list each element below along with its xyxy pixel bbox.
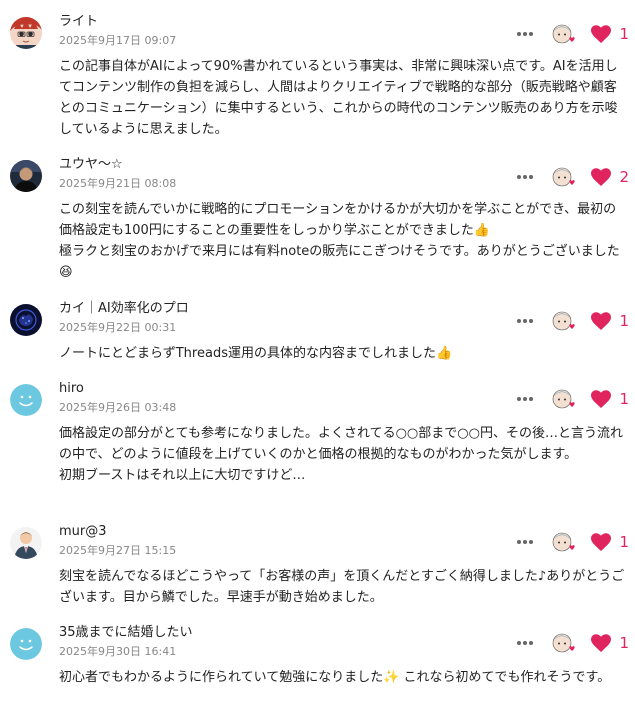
ellipsis-icon	[517, 319, 533, 323]
creator-liked-icon[interactable]	[551, 631, 577, 655]
comment-text: この記事自体がAIによって90%書かれているという事実は、非常に興味深い点です。…	[59, 59, 618, 137]
comment-text: 初心者でもわかるように作られていて勉強になりました✨ これなら初めてでも作れそう…	[59, 670, 611, 685]
more-options-button[interactable]	[513, 309, 537, 333]
comment-item: hiro 2025年9月26日 03:48 価格設定の部分がとても参考になりまし…	[0, 381, 635, 511]
more-options-button[interactable]	[513, 387, 537, 411]
comment-item: ライト 2025年9月17日 09:07 この記事自体がAIによって90%書かれ…	[0, 14, 635, 144]
comment-actions: 1	[513, 530, 629, 554]
comment-text: この刻宝を読んでいかに戦略的にプロモーションをかけるかが大切かを学ぶことができ、…	[59, 202, 617, 238]
like-count: 1	[619, 533, 629, 551]
comment-body: 刻宝を読んでなるほどこうやって「お客様の声」を頂くんだとすごく納得しました♪あり…	[59, 566, 627, 608]
heart-icon[interactable]	[589, 309, 613, 333]
heart-icon[interactable]	[589, 631, 613, 655]
default-smile-avatar[interactable]	[10, 628, 42, 660]
comment-body: ノートにとどまらずThreads運用の具体的な内容までしれました👍	[59, 343, 627, 364]
anime-boy-red-avatar[interactable]	[10, 17, 42, 49]
heart-icon[interactable]	[589, 387, 613, 411]
creator-liked-icon[interactable]	[551, 22, 577, 46]
comment-actions: 1	[513, 309, 629, 333]
comment-body: 価格設定の部分がとても参考になりました。よくされてる○○部まで○○円、その後…と…	[59, 423, 627, 486]
comment-item: ユウヤ〜☆ 2025年9月21日 08:08 この刻宝を読んでいかに戦略的にプロ…	[0, 157, 635, 287]
creator-liked-icon[interactable]	[551, 387, 577, 411]
ellipsis-icon	[517, 397, 533, 401]
ellipsis-icon	[517, 641, 533, 645]
more-options-button[interactable]	[513, 530, 537, 554]
comment-actions: 1	[513, 22, 629, 46]
comment-text: 極ラクと刻宝のおかげで来月には有料noteの販売にこぎつけそうです。ありがとうご…	[59, 244, 620, 280]
like-count: 1	[619, 312, 629, 330]
like-count: 1	[619, 25, 629, 43]
like-count: 2	[619, 168, 629, 186]
comment-item: カイ｜AI効率化のプロ 2025年9月22日 00:31 ノートにとどまらずTh…	[0, 301, 635, 371]
heart-icon[interactable]	[589, 165, 613, 189]
ellipsis-icon	[517, 540, 533, 544]
comment-text: 価格設定の部分がとても参考になりました。よくされてる○○部まで○○円、その後…と…	[59, 426, 623, 462]
comment-item: 35歳までに結婚したい 2025年9月30日 16:41 初心者でもわかるように…	[0, 625, 635, 711]
heart-icon[interactable]	[589, 22, 613, 46]
comment-text: 刻宝を読んでなるほどこうやって「お客様の声」を頂くんだとすごく納得しました♪あり…	[59, 569, 625, 605]
more-options-button[interactable]	[513, 631, 537, 655]
photo-man-avatar[interactable]	[10, 160, 42, 192]
comment-actions: 1	[513, 387, 629, 411]
default-smile-avatar[interactable]	[10, 384, 42, 416]
ellipsis-icon	[517, 175, 533, 179]
heart-icon[interactable]	[589, 530, 613, 554]
creator-liked-icon[interactable]	[551, 165, 577, 189]
comment-body: 初心者でもわかるように作られていて勉強になりました✨ これなら初めてでも作れそう…	[59, 667, 627, 688]
more-options-button[interactable]	[513, 22, 537, 46]
comment-text: 初期ブーストはそれ以上に大切ですけど…	[59, 468, 306, 483]
creator-liked-icon[interactable]	[551, 530, 577, 554]
comment-actions: 2	[513, 165, 629, 189]
comment-item: mur@3 2025年9月27日 15:15 刻宝を読んでなるほどこうやって「お…	[0, 524, 635, 614]
like-count: 1	[619, 634, 629, 652]
dark-brain-avatar[interactable]	[10, 304, 42, 336]
comment-text: ノートにとどまらずThreads運用の具体的な内容までしれました👍	[59, 346, 453, 361]
more-options-button[interactable]	[513, 165, 537, 189]
comment-body: この刻宝を読んでいかに戦略的にプロモーションをかけるかが大切かを学ぶことができ、…	[59, 199, 627, 283]
creator-liked-icon[interactable]	[551, 309, 577, 333]
comment-actions: 1	[513, 631, 629, 655]
businessman-avatar[interactable]	[10, 527, 42, 559]
ellipsis-icon	[517, 32, 533, 36]
comment-body: この記事自体がAIによって90%書かれているという事実は、非常に興味深い点です。…	[59, 56, 627, 140]
like-count: 1	[619, 390, 629, 408]
